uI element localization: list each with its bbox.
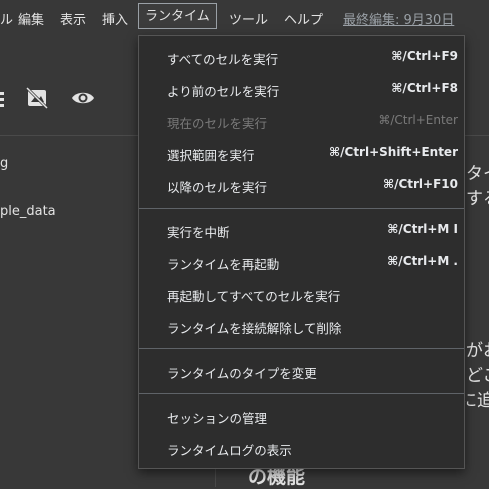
menu-item-change-runtime-type[interactable]: ランタイムのタイプを変更 xyxy=(139,355,464,387)
menu-view[interactable]: 表示 xyxy=(60,9,86,28)
shortcut-text: ⌘/Ctrl+M . xyxy=(387,254,458,268)
menu-file-partial[interactable]: ル xyxy=(0,9,13,28)
menu-bar: ル 編集 表示 挿入 ランタイム ツール ヘルプ 最終編集: 9月30日 xyxy=(0,0,489,34)
shortcut-text: ⌘/Ctrl+Shift+Enter xyxy=(329,145,458,159)
content-text-4: どこ xyxy=(466,366,489,386)
settings-icon[interactable] xyxy=(0,88,6,114)
last-edited-link[interactable]: 最終編集: 9月30日 xyxy=(343,9,454,28)
content-text-1: タイ xyxy=(466,164,489,184)
menu-item-run-all[interactable]: すべてのセルを実行 ⌘/Ctrl+F9 xyxy=(139,41,464,73)
shortcut-text: ⌘/Ctrl+F8 xyxy=(391,81,458,95)
menu-item-interrupt[interactable]: 実行を中断 ⌘/Ctrl+M I xyxy=(139,214,464,246)
file-item-sample-data[interactable]: ple_data xyxy=(0,204,56,219)
menu-tools[interactable]: ツール xyxy=(229,9,268,28)
menu-edit[interactable]: 編集 xyxy=(18,9,44,28)
content-text-2: する xyxy=(466,189,489,209)
menu-separator xyxy=(139,208,464,209)
menu-item-run-before[interactable]: より前のセルを実行 ⌘/Ctrl+F8 xyxy=(139,73,464,105)
menu-item-restart-and-run-all[interactable]: 再起動してすべてのセルを実行 xyxy=(139,278,464,310)
menu-insert[interactable]: 挿入 xyxy=(102,9,128,28)
menu-item-run-current: 現在のセルを実行 ⌘/Ctrl+Enter xyxy=(167,113,458,131)
hide-image-icon[interactable] xyxy=(25,86,49,114)
content-text-3: がお xyxy=(466,341,489,361)
menu-runtime[interactable]: ランタイム xyxy=(138,3,217,29)
menu-separator xyxy=(139,348,464,349)
menu-separator xyxy=(139,393,464,394)
menu-item-disconnect-and-delete[interactable]: ランタイムを接続解除して削除 xyxy=(139,310,464,342)
shortcut-text: ⌘/Ctrl+M I xyxy=(387,222,458,236)
menu-item-view-runtime-logs[interactable]: ランタイムログの表示 xyxy=(139,432,464,464)
menu-help[interactable]: ヘルプ xyxy=(284,9,323,28)
menu-item-manage-sessions[interactable]: セッションの管理 xyxy=(139,400,464,432)
shortcut-text: ⌘/Ctrl+Enter xyxy=(378,113,458,127)
menu-item-restart-runtime[interactable]: ランタイムを再起動 ⌘/Ctrl+M . xyxy=(139,246,464,278)
shortcut-text: ⌘/Ctrl+F10 xyxy=(382,177,458,191)
file-item-partial[interactable]: g xyxy=(0,156,8,171)
eye-icon[interactable] xyxy=(71,86,95,114)
shortcut-text: ⌘/Ctrl+F9 xyxy=(391,49,458,63)
menu-item-run-after[interactable]: 以降のセルを実行 ⌘/Ctrl+F10 xyxy=(139,169,464,201)
runtime-dropdown-menu: すべてのセルを実行 ⌘/Ctrl+F9 より前のセルを実行 ⌘/Ctrl+F8 … xyxy=(138,35,465,469)
menu-item-run-selection[interactable]: 選択範囲を実行 ⌘/Ctrl+Shift+Enter xyxy=(139,137,464,169)
